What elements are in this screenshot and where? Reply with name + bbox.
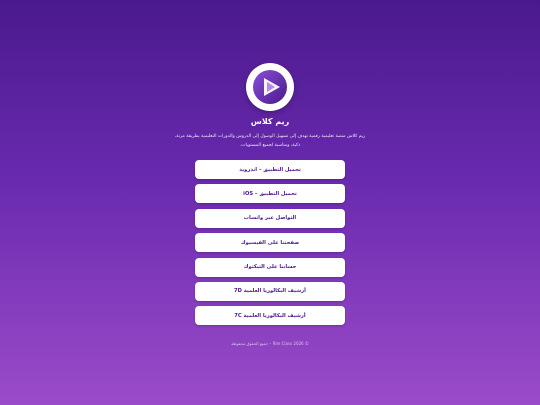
facebook-page-button[interactable]: صفحتنا على الفيسبوك: [195, 233, 345, 253]
play-icon: [253, 70, 287, 104]
archive-7d-button[interactable]: أرشيف البكالوريا العلمية 7D: [195, 281, 345, 301]
links-list: تحميل التطبيق – اندرويد تحميل التطبيق – …: [195, 160, 345, 331]
whatsapp-contact-button[interactable]: التواصل عبر واتساب: [195, 208, 345, 228]
tiktok-account-button[interactable]: حسابنا على التيكتوك: [195, 257, 345, 277]
app-description: ريم كلاس منصة تعليمية رقمية تهدف إلى تسه…: [174, 134, 366, 148]
android-download-button[interactable]: تحميل التطبيق – اندرويد: [195, 160, 345, 179]
landing-page: ريم كلاس ريم كلاس منصة تعليمية رقمية تهد…: [0, 0, 540, 405]
archive-7c-button[interactable]: أرشيف البكالوريا العلمية 7C: [195, 306, 345, 326]
ios-download-button[interactable]: تحميل التطبيق – iOS: [195, 184, 345, 204]
app-logo: [246, 63, 294, 111]
footer-copyright: © Rim Class 2026 – جميع الحقوق محفوظة: [231, 340, 309, 346]
app-title: ريم كلاس: [250, 117, 290, 126]
